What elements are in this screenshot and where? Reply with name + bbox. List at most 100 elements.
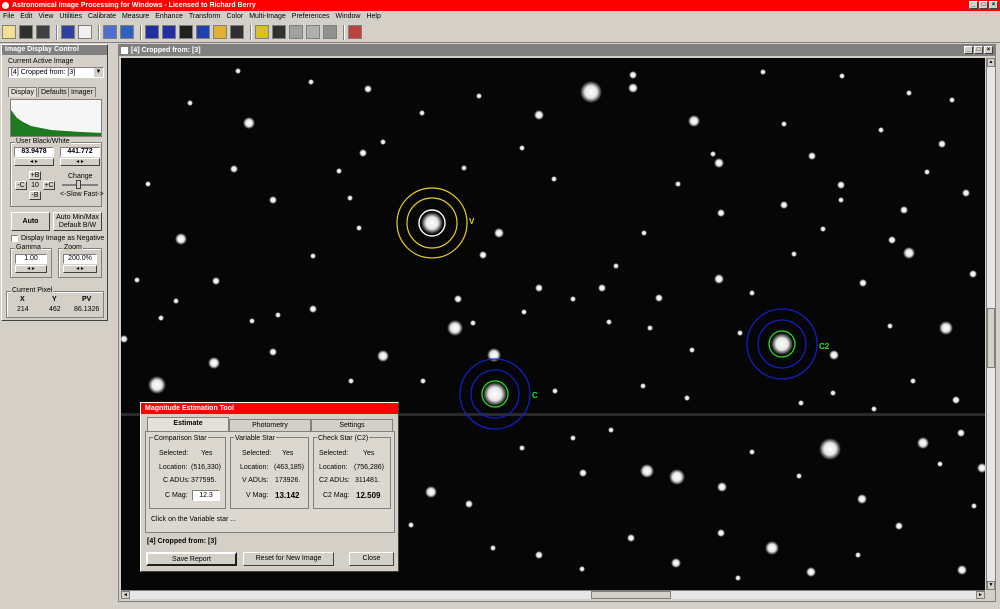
zoom-spinner[interactable]: ◂ ▸ (63, 265, 97, 273)
menu-edit[interactable]: Edit (20, 13, 32, 20)
variable-selected-value: Yes (282, 450, 294, 457)
rotate-icon[interactable] (196, 25, 210, 39)
maximize-button[interactable]: □ (979, 1, 988, 9)
mosaic-icon[interactable] (323, 25, 337, 39)
gamma-field[interactable]: 1.00 (15, 254, 47, 264)
menu-measure[interactable]: Measure (122, 13, 149, 20)
app-title-bar: Astronomical Image Processing for Window… (0, 0, 1000, 11)
image-minimize-button[interactable]: _ (964, 46, 973, 54)
save-report-button[interactable]: Save Report (146, 552, 237, 566)
menu-preferences[interactable]: Preferences (292, 13, 330, 20)
crop-icon[interactable] (179, 25, 193, 39)
horizontal-scroll-thumb[interactable] (591, 591, 671, 599)
menu-file[interactable]: File (3, 13, 14, 20)
tab-display[interactable]: Display (8, 87, 37, 97)
close-button[interactable]: × (989, 1, 998, 9)
histogram-display (10, 99, 102, 137)
tab-settings[interactable]: Settings (311, 419, 393, 431)
tile-icon[interactable] (289, 25, 303, 39)
reset-for-new-image-button[interactable]: Reset for New Image (243, 552, 334, 566)
auto-minmax-button[interactable]: Auto Min/Max Default B/W (53, 212, 102, 231)
negative-checkbox[interactable] (11, 235, 18, 242)
image-window-icon (121, 47, 128, 54)
scroll-right-arrow-icon[interactable]: ► (976, 591, 985, 599)
save-as-icon[interactable] (36, 25, 50, 39)
vertical-scrollbar[interactable]: ▲ ▼ (986, 58, 995, 590)
fft-icon[interactable] (213, 25, 227, 39)
stack-icon[interactable] (272, 25, 286, 39)
image-maximize-button[interactable]: □ (974, 46, 983, 54)
scroll-left-arrow-icon[interactable]: ◄ (121, 591, 130, 599)
current-image-select[interactable]: [4] Cropped from: [3] ▼ (8, 67, 104, 78)
header-icon[interactable] (78, 25, 92, 39)
change-label: Change (68, 173, 93, 180)
variable-title: Variable Star (234, 435, 276, 442)
open-file-icon[interactable] (2, 25, 16, 39)
stars-icon[interactable] (230, 25, 244, 39)
magnitude-estimation-dialog: Magnitude Estimation Tool Estimate Photo… (140, 402, 399, 572)
image-close-button[interactable]: × (984, 46, 993, 54)
tab-imager[interactable]: Imager (68, 87, 96, 97)
black-value-field[interactable]: 83.9478 (14, 147, 54, 157)
grid-icon[interactable] (306, 25, 320, 39)
change-slider-thumb[interactable] (76, 180, 81, 189)
toolbar-separator (140, 24, 142, 40)
menu-utilities[interactable]: Utilities (59, 13, 82, 20)
target-icon[interactable] (255, 25, 269, 39)
menu-window[interactable]: Window (336, 13, 361, 20)
scroll-up-arrow-icon[interactable]: ▲ (987, 58, 995, 67)
tab-estimate[interactable]: Estimate (147, 417, 229, 431)
fits-icon[interactable] (162, 25, 176, 39)
comparison-location-label: Location: (159, 464, 188, 471)
comparison-star-label: C (532, 391, 538, 400)
toolbar-separator (56, 24, 58, 40)
gamma-spinner[interactable]: ◂ ▸ (15, 265, 47, 273)
menu-calibrate[interactable]: Calibrate (88, 13, 116, 20)
menu-transform[interactable]: Transform (189, 13, 221, 20)
plus-b-button[interactable]: +B (29, 171, 41, 180)
menu-enhance[interactable]: Enhance (155, 13, 183, 20)
negative-label: Display Image as Negative (21, 235, 105, 242)
close-dialog-button[interactable]: Close (349, 552, 394, 566)
check-adus-label: C2 ADUs: (319, 477, 350, 484)
white-value-field[interactable]: 441.772 (60, 147, 100, 157)
white-spinner[interactable]: ◂ ▸ (60, 158, 100, 166)
minus-b-button[interactable]: -B (29, 191, 41, 200)
comparison-selected-label: Selected: (159, 450, 189, 457)
tab-defaults[interactable]: Defaults (38, 87, 70, 97)
scroll-down-arrow-icon[interactable]: ▼ (987, 581, 995, 590)
save-icon[interactable] (19, 25, 33, 39)
tab-photometry[interactable]: Photometry (229, 419, 311, 431)
current-image-value: [4] Cropped from: [3] (11, 69, 76, 76)
horizontal-scrollbar[interactable]: ◄ ► (121, 590, 985, 599)
comparison-mag-label: C Mag: (165, 492, 188, 499)
gamma-label: Gamma (15, 244, 42, 252)
comparison-mag-input[interactable]: 12.3 (192, 490, 220, 501)
auto-minmax-label: Auto Min/Max (56, 214, 99, 221)
copy-icon[interactable] (145, 25, 159, 39)
minimize-button[interactable]: _ (969, 1, 978, 9)
comparison-title: Comparison Star (153, 435, 208, 442)
auto-button[interactable]: Auto (11, 212, 50, 231)
check-star-label: C2 (819, 342, 830, 351)
menu-help[interactable]: Help (366, 13, 380, 20)
black-spinner[interactable]: ◂ ▸ (14, 158, 54, 166)
menu-multi-image[interactable]: Multi-Image (249, 13, 286, 20)
curves-icon[interactable] (120, 25, 134, 39)
app-title: Astronomical Image Processing for Window… (12, 2, 256, 9)
histogram-icon[interactable] (103, 25, 117, 39)
chevron-down-icon[interactable]: ▼ (94, 68, 103, 77)
plus-c-button[interactable]: +C (43, 181, 55, 190)
display-icon[interactable] (61, 25, 75, 39)
zoom-field[interactable]: 200.0% (63, 254, 97, 264)
pixel-x-label: X (20, 296, 25, 303)
menu-color[interactable]: Color (226, 13, 243, 20)
comparison-location-value: (516,330) (191, 464, 221, 471)
menu-view[interactable]: View (38, 13, 53, 20)
book-icon[interactable] (348, 25, 362, 39)
image-window-titlebar: [4] Cropped from: [3] _ □ × (119, 45, 995, 56)
vertical-scroll-thumb[interactable] (987, 308, 995, 368)
comparison-selected-value: Yes (201, 450, 213, 457)
minus-c-button[interactable]: -C (15, 181, 27, 190)
toolbar-separator (98, 24, 100, 40)
